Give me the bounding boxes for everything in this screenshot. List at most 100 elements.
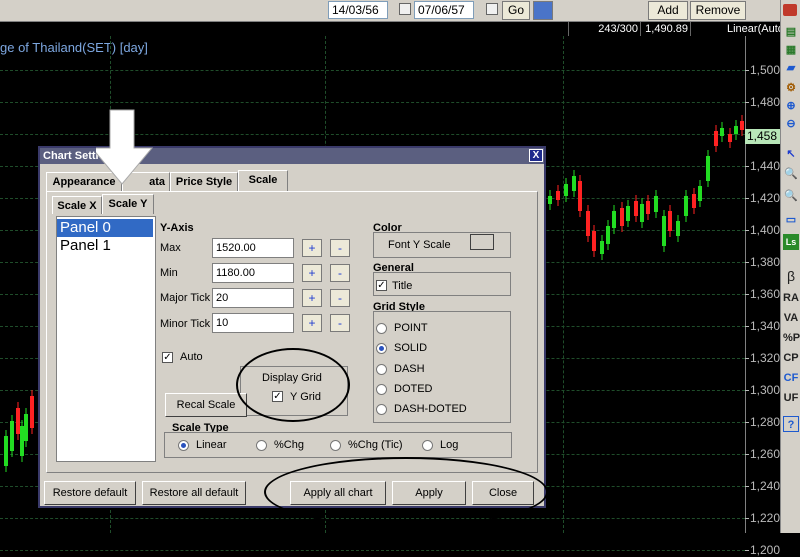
list-item[interactable]: Panel 0 — [57, 219, 153, 237]
calendar-from-icon[interactable] — [399, 3, 411, 15]
candle-body — [684, 196, 688, 216]
candle-body — [662, 216, 666, 246]
recal-scale-button[interactable]: Recal Scale — [165, 393, 247, 417]
min-input[interactable]: 1180.00 — [212, 263, 294, 283]
y-tick-label: 1,220 — [744, 511, 781, 525]
y-tick-label: 1,480 — [744, 95, 781, 109]
scale-pctchg-label: %Chg — [274, 439, 304, 451]
scale-pctchg-tic-radio[interactable] — [330, 440, 341, 451]
auto-checkbox[interactable]: ✓ — [162, 352, 173, 363]
scale-log-radio[interactable] — [422, 440, 433, 451]
date-from-field[interactable]: 14/03/56 — [328, 1, 388, 19]
uf-tool[interactable]: UF — [783, 390, 799, 406]
window-icon[interactable]: ▭ — [783, 212, 799, 228]
y-tick-label: 1,500 — [744, 63, 781, 77]
cursor-icon[interactable]: ↖ — [783, 146, 799, 162]
grid-point-radio[interactable] — [376, 323, 387, 334]
scale-log-label: Log — [440, 439, 459, 451]
dialog-close-button[interactable]: X — [529, 149, 543, 162]
zoom-in-icon[interactable]: 🔍 — [783, 166, 799, 182]
candle-body — [606, 226, 610, 244]
candle-body — [10, 421, 14, 451]
candle-body — [586, 211, 590, 236]
candle-body — [572, 176, 576, 191]
candle-body — [4, 436, 8, 466]
candle-body — [706, 156, 710, 181]
subtab-scale-x[interactable]: Scale X — [52, 196, 102, 214]
ls-icon[interactable]: Ls — [783, 234, 799, 250]
action-buttons-highlight-ellipse — [264, 457, 548, 527]
candle-body — [564, 184, 568, 196]
grid-doted-label: DOTED — [394, 383, 433, 395]
list-item[interactable]: Panel 1 — [57, 237, 153, 255]
percent-p-tool[interactable]: %P — [783, 330, 800, 346]
min-increase-button[interactable]: + — [302, 264, 322, 282]
y-tick-label: 1,380 — [744, 255, 781, 269]
grid-solid-radio[interactable] — [376, 343, 387, 354]
y-axis: 1,5001,4801,4601,4401,4201,4001,3801,360… — [744, 36, 781, 557]
grid-dash-radio[interactable] — [376, 364, 387, 375]
layout-icon[interactable]: ▦ — [783, 42, 799, 58]
cf-tool[interactable]: CF — [783, 370, 799, 386]
grid-dash-doted-radio[interactable] — [376, 404, 387, 415]
minor-tick-increase-button[interactable]: + — [302, 314, 322, 332]
va-tool[interactable]: VA — [783, 310, 799, 326]
candle-body — [734, 126, 738, 134]
minor-tick-input[interactable]: 10 — [212, 313, 294, 333]
help-tool[interactable]: ? — [783, 416, 799, 432]
major-tick-increase-button[interactable]: + — [302, 289, 322, 307]
major-tick-input[interactable]: 20 — [212, 288, 294, 308]
candle-body — [714, 131, 718, 146]
info-bar: 243/300 1,490.89 Linear(Auto — [0, 22, 780, 36]
go-button[interactable]: Go — [502, 1, 530, 20]
settings-icon[interactable]: ⚙ — [783, 80, 799, 96]
zoom-out-icon[interactable]: 🔍 — [783, 188, 799, 204]
scale-linear-radio[interactable] — [178, 440, 189, 451]
max-input[interactable]: 1520.00 — [212, 238, 294, 258]
panel-list: Panel 0 Panel 1 — [56, 216, 156, 462]
candle-body — [692, 194, 696, 208]
font-y-color-swatch[interactable] — [470, 234, 494, 250]
close-chart-icon[interactable] — [783, 4, 797, 16]
tab-price-style[interactable]: Price Style — [170, 172, 238, 191]
cp-tool[interactable]: CP — [783, 350, 799, 366]
scale-linear-label: Linear — [196, 439, 227, 451]
grid-dash-doted-label: DASH-DOTED — [394, 403, 467, 415]
major-tick-decrease-button[interactable]: - — [330, 289, 350, 307]
add-indicator-icon[interactable]: ⊕ — [783, 98, 799, 114]
min-decrease-button[interactable]: - — [330, 264, 350, 282]
restore-default-button[interactable]: Restore default — [44, 481, 136, 505]
add-button[interactable]: Add — [648, 1, 688, 20]
calendar-to-icon[interactable] — [486, 3, 498, 15]
scale-pctchg-radio[interactable] — [256, 440, 267, 451]
folder-open-icon[interactable]: ▰ — [783, 60, 799, 76]
remove-button[interactable]: Remove — [690, 1, 746, 20]
title-checkbox[interactable]: ✓ — [376, 280, 387, 291]
y-tick-label: 1,440 — [744, 159, 781, 173]
folder-icon[interactable] — [533, 1, 553, 20]
grid-doted-radio[interactable] — [376, 384, 387, 395]
y-tick-label: 1,280 — [744, 415, 781, 429]
candle-body — [626, 206, 630, 221]
grid-line — [0, 550, 745, 551]
candle-body — [640, 204, 644, 222]
save-icon[interactable]: ▤ — [783, 24, 799, 40]
max-increase-button[interactable]: + — [302, 239, 322, 257]
grid-dash-label: DASH — [394, 363, 425, 375]
remove-indicator-icon[interactable]: ⊖ — [783, 116, 799, 132]
chart-settings-dialog: Chart Setti X Appearance ata Price Style… — [38, 146, 546, 508]
ra-tool[interactable]: RA — [783, 290, 799, 306]
candle-body — [30, 396, 34, 428]
y-tick-label: 1,240 — [744, 479, 781, 493]
subtab-scale-y[interactable]: Scale Y — [102, 194, 154, 214]
max-decrease-button[interactable]: - — [330, 239, 350, 257]
candle-body — [698, 186, 702, 201]
candle-body — [646, 201, 650, 214]
beta-tool[interactable]: β — [783, 268, 799, 284]
y-tick-label: 1,360 — [744, 287, 781, 301]
minor-tick-decrease-button[interactable]: - — [330, 314, 350, 332]
tab-scale[interactable]: Scale — [238, 170, 288, 191]
restore-all-default-button[interactable]: Restore all default — [142, 481, 246, 505]
yaxis-section-title: Y-Axis — [160, 222, 194, 234]
date-to-field[interactable]: 07/06/57 — [414, 1, 474, 19]
